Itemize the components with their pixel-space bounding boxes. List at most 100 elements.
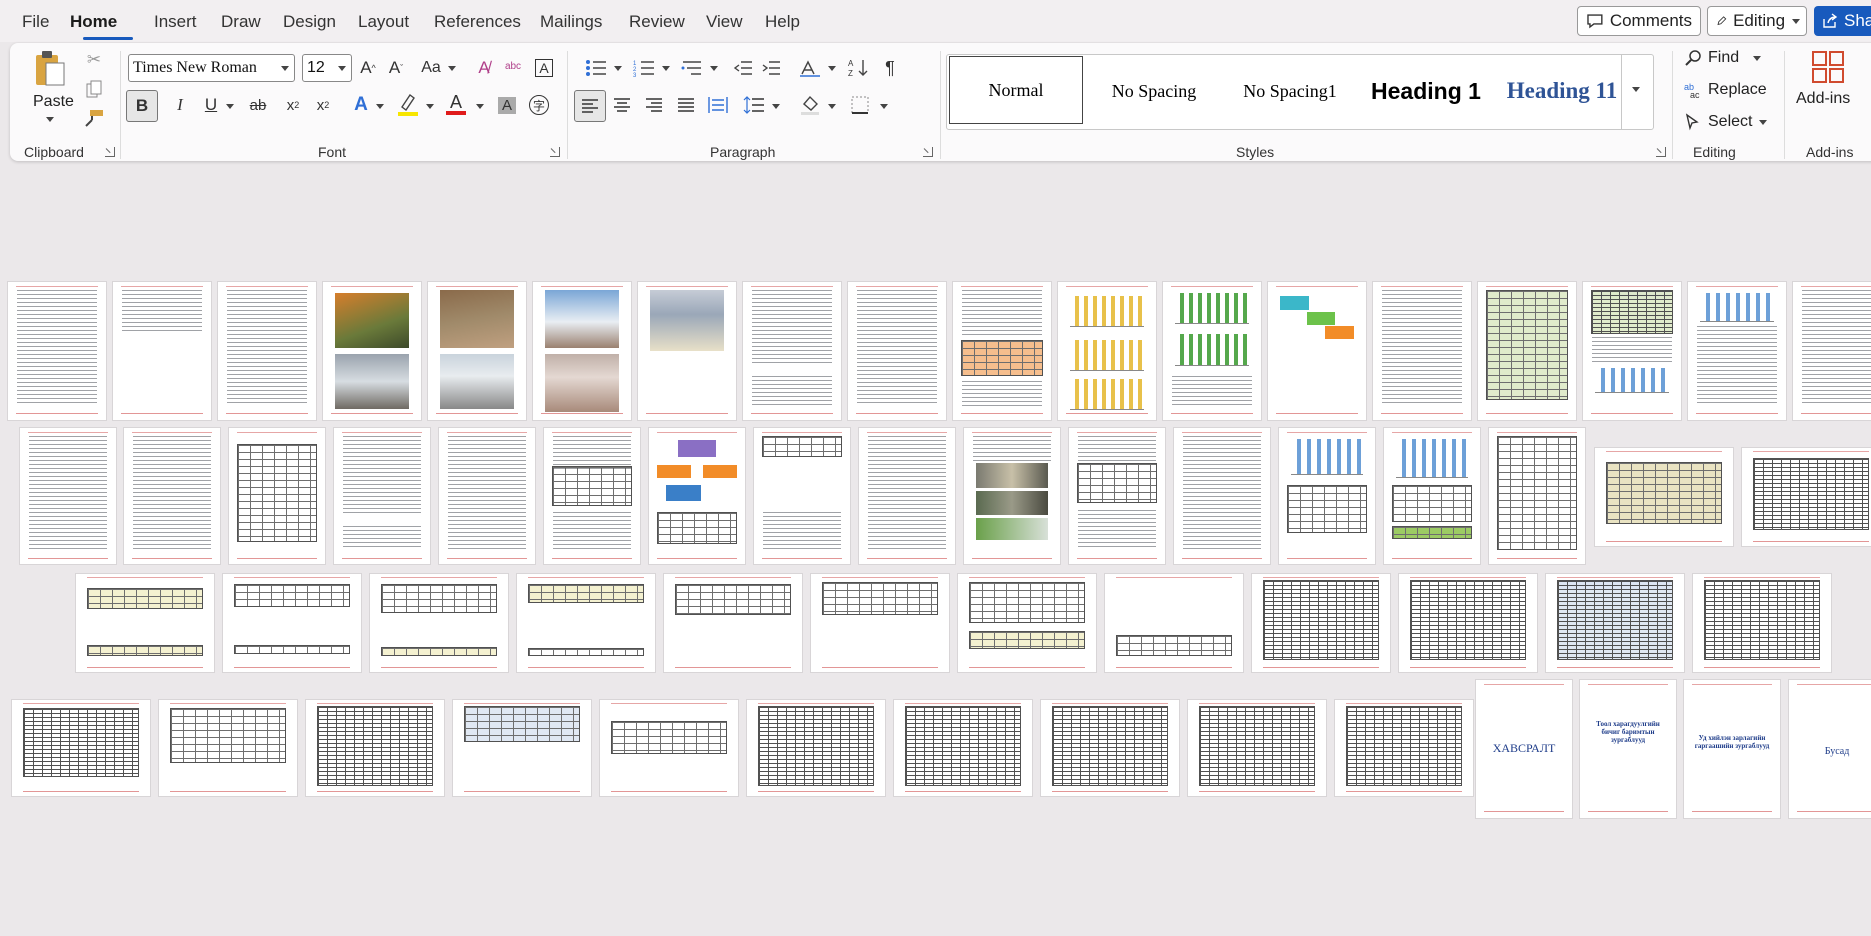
- select-button[interactable]: Select: [1684, 113, 1768, 131]
- superscript-icon[interactable]: x2: [310, 90, 336, 120]
- page-thumbnail[interactable]: [894, 700, 1032, 796]
- style-no-spacing1[interactable]: No Spacing1: [1223, 55, 1357, 127]
- page-thumbnail[interactable]: [1163, 282, 1261, 420]
- align-right-icon[interactable]: [640, 90, 668, 120]
- font-name-combo[interactable]: Times New Roman: [128, 54, 295, 82]
- page-thumbnail[interactable]: [754, 428, 850, 564]
- character-shading-icon[interactable]: A: [494, 90, 520, 120]
- page-thumbnail[interactable]: [113, 282, 211, 420]
- page-thumbnail[interactable]: [600, 700, 738, 796]
- appendix-title-page[interactable]: ХАВСРАЛТ: [1476, 680, 1572, 818]
- page-thumbnail[interactable]: [229, 428, 325, 564]
- style-heading-1[interactable]: Heading 1: [1359, 55, 1493, 127]
- share-button[interactable]: Sha: [1814, 6, 1871, 36]
- add-ins-label[interactable]: Add-ins: [1796, 90, 1850, 108]
- page-thumbnail[interactable]: [664, 574, 802, 672]
- clipboard-launcher-icon[interactable]: [105, 147, 115, 157]
- justify-icon[interactable]: [672, 90, 700, 120]
- borders-icon[interactable]: [846, 90, 874, 120]
- title-page[interactable]: Бусад: [1789, 680, 1871, 818]
- page-thumbnail[interactable]: [517, 574, 655, 672]
- page-thumbnail[interactable]: [1546, 574, 1684, 672]
- page-thumbnail[interactable]: [8, 282, 106, 420]
- page-thumbnail[interactable]: [1105, 574, 1243, 672]
- page-thumbnail[interactable]: [124, 428, 220, 564]
- page-thumbnail[interactable]: [428, 282, 526, 420]
- grow-font-icon[interactable]: A ^: [356, 55, 380, 81]
- page-thumbnail[interactable]: [533, 282, 631, 420]
- page-thumbnail[interactable]: [1069, 428, 1165, 564]
- page-thumbnail[interactable]: [159, 700, 297, 796]
- page-thumbnail[interactable]: [12, 700, 150, 796]
- page-thumbnail[interactable]: [1478, 282, 1576, 420]
- page-thumbnail[interactable]: [1489, 428, 1585, 564]
- styles-gallery[interactable]: Normal No Spacing No Spacing1 Heading 1 …: [946, 54, 1654, 130]
- menu-file[interactable]: File: [22, 12, 49, 32]
- page-thumbnail[interactable]: [544, 428, 640, 564]
- menu-layout[interactable]: Layout: [358, 12, 409, 32]
- page-thumbnail[interactable]: [1693, 574, 1831, 672]
- text-effects-icon[interactable]: A: [348, 90, 374, 120]
- paste-label[interactable]: Paste: [33, 93, 74, 111]
- page-thumbnail[interactable]: [958, 574, 1096, 672]
- chevron-down-icon[interactable]: [376, 104, 384, 109]
- page-thumbnail[interactable]: [223, 574, 361, 672]
- chevron-down-icon[interactable]: [662, 66, 670, 71]
- chevron-down-icon[interactable]: [880, 104, 888, 109]
- menu-references[interactable]: References: [434, 12, 521, 32]
- chevron-down-icon[interactable]: [448, 66, 456, 71]
- change-case-button[interactable]: Aa: [414, 55, 448, 81]
- page-thumbnail[interactable]: [1279, 428, 1375, 564]
- shading-icon[interactable]: [796, 90, 824, 120]
- chevron-down-icon[interactable]: [226, 104, 234, 109]
- chevron-down-icon[interactable]: [476, 104, 484, 109]
- multilevel-list-icon[interactable]: [678, 55, 706, 81]
- paste-icon[interactable]: [32, 49, 68, 89]
- page-thumbnail[interactable]: [306, 700, 444, 796]
- page-thumbnail[interactable]: [20, 428, 116, 564]
- title-page[interactable]: Уд хийлэн зарлагийн гаргаашийн зургаблуу…: [1684, 680, 1780, 818]
- bold-icon[interactable]: B: [126, 90, 158, 122]
- chevron-down-icon[interactable]: [426, 104, 434, 109]
- page-thumbnail[interactable]: [964, 428, 1060, 564]
- shrink-font-icon[interactable]: Aˇ: [384, 55, 408, 81]
- page-thumbnail[interactable]: [1742, 448, 1871, 546]
- menu-draw[interactable]: Draw: [221, 12, 261, 32]
- page-thumbnail[interactable]: [334, 428, 430, 564]
- align-center-icon[interactable]: [608, 90, 636, 120]
- menu-review[interactable]: Review: [629, 12, 685, 32]
- subscript-icon[interactable]: x2: [280, 90, 306, 120]
- chevron-down-icon[interactable]: [772, 104, 780, 109]
- highlight-color-icon[interactable]: [394, 89, 422, 119]
- page-thumbnail[interactable]: [76, 574, 214, 672]
- style-normal[interactable]: Normal: [949, 56, 1083, 124]
- page-thumbnail[interactable]: [953, 282, 1051, 420]
- style-heading-11[interactable]: Heading 11: [1495, 55, 1629, 127]
- menu-insert[interactable]: Insert: [154, 12, 197, 32]
- font-size-combo[interactable]: 12: [302, 54, 352, 82]
- italic-icon[interactable]: I: [167, 90, 193, 120]
- character-border-icon[interactable]: A: [532, 55, 556, 81]
- page-thumbnail[interactable]: [848, 282, 946, 420]
- page-thumbnail[interactable]: [453, 700, 591, 796]
- chevron-down-icon[interactable]: [828, 104, 836, 109]
- menu-help[interactable]: Help: [765, 12, 800, 32]
- page-thumbnail[interactable]: [1058, 282, 1156, 420]
- increase-indent-icon[interactable]: [758, 55, 784, 81]
- font-launcher-icon[interactable]: [550, 147, 560, 157]
- comments-button[interactable]: Comments: [1577, 6, 1701, 36]
- numbering-icon[interactable]: 123: [630, 55, 658, 81]
- phonetic-guide-icon[interactable]: abc: [500, 53, 526, 79]
- page-thumbnail[interactable]: [649, 428, 745, 564]
- menu-design[interactable]: Design: [283, 12, 336, 32]
- replace-button[interactable]: ab ac Replace: [1684, 81, 1767, 99]
- bullets-icon[interactable]: [582, 55, 610, 81]
- copy-icon[interactable]: [82, 78, 106, 100]
- chevron-down-icon[interactable]: [614, 66, 622, 71]
- align-left-icon[interactable]: [574, 90, 606, 122]
- menu-mailings[interactable]: Mailings: [540, 12, 602, 32]
- editing-mode-button[interactable]: Editing: [1707, 6, 1807, 36]
- page-thumbnail[interactable]: [1188, 700, 1326, 796]
- underline-icon[interactable]: U: [198, 90, 224, 120]
- text-direction-icon[interactable]: [796, 55, 824, 81]
